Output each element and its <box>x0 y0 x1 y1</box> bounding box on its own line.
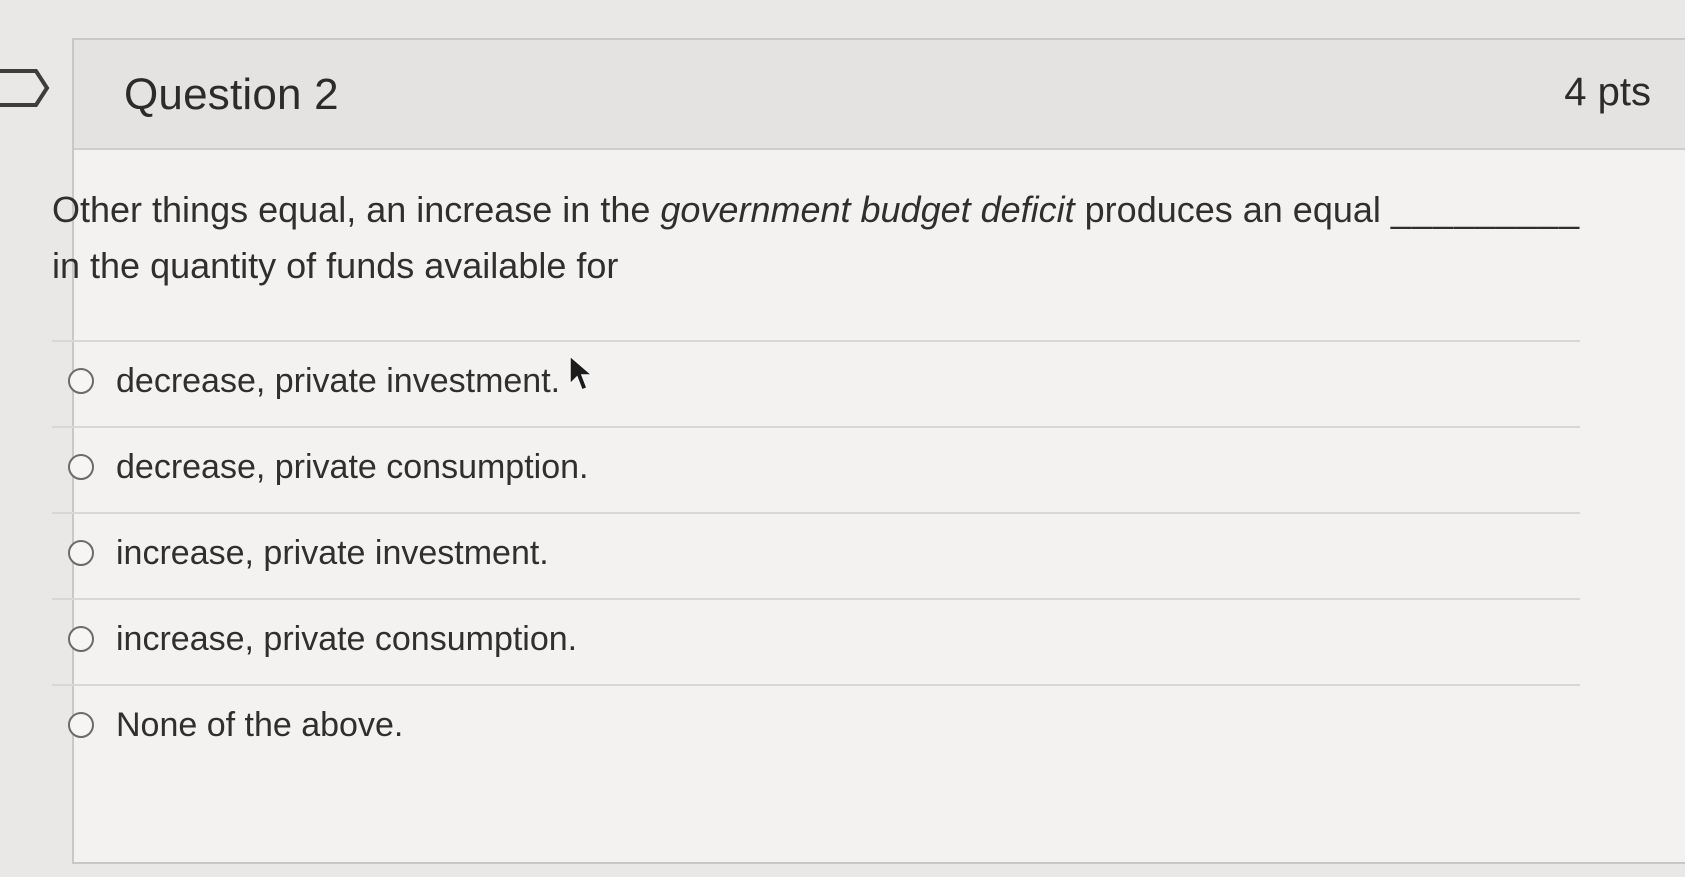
answer-label[interactable]: increase, private investment. <box>116 534 549 573</box>
question-header: Question 2 4 pts <box>74 40 1685 150</box>
radio-button[interactable] <box>68 454 94 480</box>
question-text: Other things equal, an increase in the g… <box>52 182 1612 294</box>
answer-label[interactable]: decrease, private consumption. <box>116 448 588 487</box>
question-text-part: Other things equal, an increase in the <box>52 189 661 230</box>
question-text-emphasis: government budget deficit <box>660 189 1075 230</box>
radio-button[interactable] <box>68 540 94 566</box>
answer-label[interactable]: increase, private consumption. <box>116 620 577 659</box>
question-points: 4 pts <box>1564 70 1651 114</box>
answer-option[interactable]: decrease, private investment. <box>52 340 1580 426</box>
radio-button[interactable] <box>68 626 94 652</box>
radio-button[interactable] <box>68 368 94 394</box>
answer-option[interactable]: None of the above. <box>52 684 1580 770</box>
question-text-part: produces an equal <box>1074 189 1391 230</box>
radio-button[interactable] <box>68 712 94 738</box>
answer-blank: _________ <box>1390 189 1581 230</box>
answer-list: decrease, private investment. decrease, … <box>52 340 1580 770</box>
answer-option[interactable]: increase, private investment. <box>52 512 1580 598</box>
answer-option[interactable]: decrease, private consumption. <box>52 426 1580 512</box>
question-text-line2: in the quantity of funds available for <box>52 245 619 286</box>
answer-option[interactable]: increase, private consumption. <box>52 598 1580 684</box>
mouse-pointer-icon <box>569 354 595 391</box>
answer-label[interactable]: decrease, private investment. <box>116 362 560 401</box>
flag-question-icon[interactable] <box>0 68 50 108</box>
answer-label[interactable]: None of the above. <box>116 706 403 745</box>
question-title: Question 2 <box>124 70 339 119</box>
